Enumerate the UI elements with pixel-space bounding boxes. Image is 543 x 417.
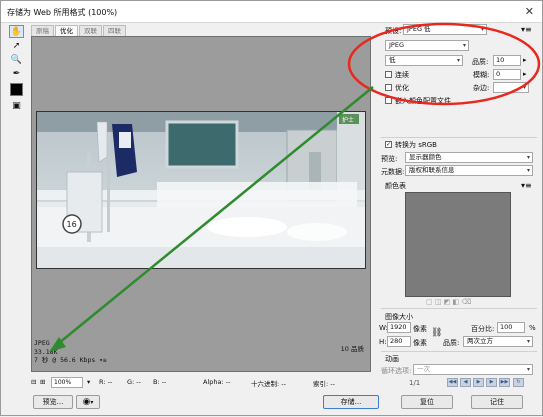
annotation-overlay [49,22,541,352]
annotation-arrow-line [58,86,374,344]
annotation-ellipse [347,22,541,106]
save-for-web-dialog: 存储为 Web 所用格式 (100%) ✕ ✋ ➚ 🔍 ✒ ▣ 原稿 优化 双联 四联 [0,0,543,416]
